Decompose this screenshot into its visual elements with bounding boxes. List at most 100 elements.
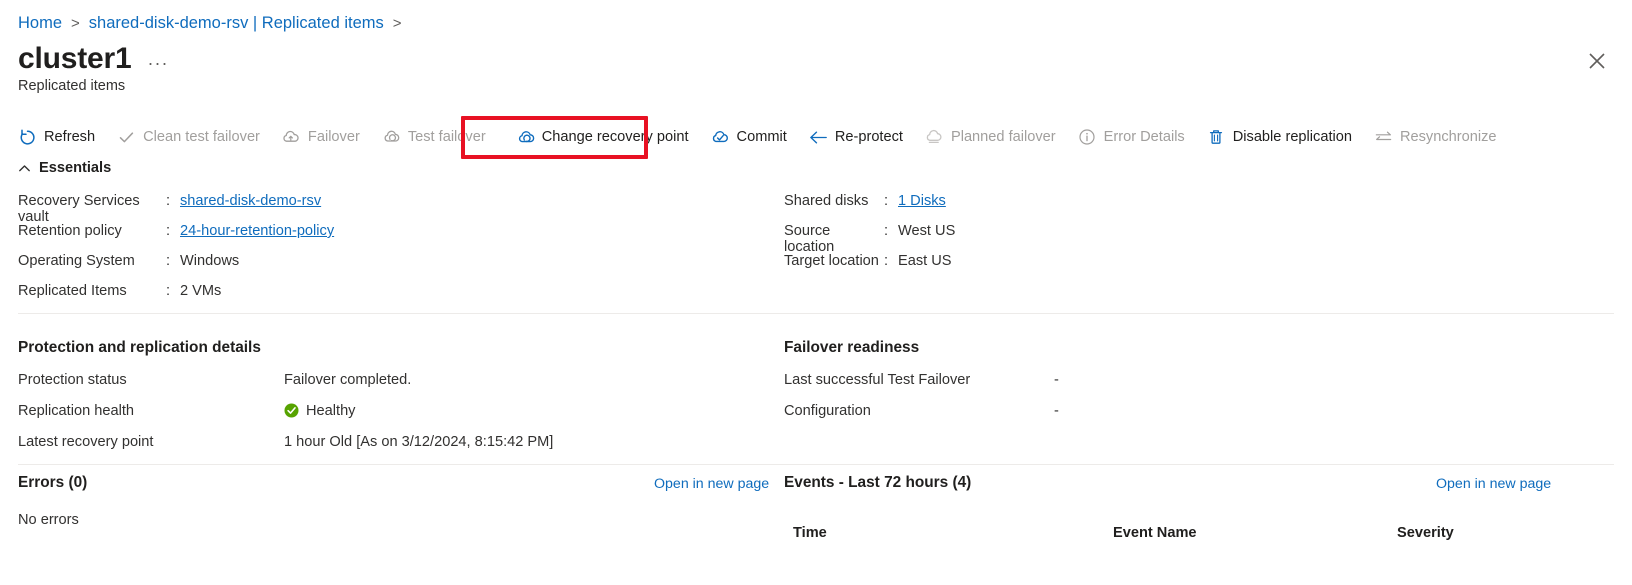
command-planned-failover[interactable]: Planned failover	[925, 122, 1056, 152]
command-test-failover-label: Test failover	[407, 128, 486, 145]
cloud-check-icon	[711, 128, 730, 147]
detail-key: Configuration	[784, 402, 871, 419]
detail-value-wrapper: Healthy	[284, 403, 355, 419]
detail-row-last-successful-test-failover: Last successful Test Failover -	[784, 364, 1059, 395]
command-re-protect[interactable]: Re-protect	[809, 122, 903, 152]
essentials-colon: :	[166, 223, 171, 239]
essentials-value: East US	[898, 253, 952, 269]
command-test-failover[interactable]: Test failover	[382, 122, 486, 152]
resync-arrows-icon	[1374, 128, 1393, 147]
detail-value: -	[1054, 402, 1059, 419]
command-bar: Refresh Clean test failover Failover Tes…	[18, 122, 1519, 152]
errors-empty-text: No errors	[18, 512, 79, 528]
breadcrumb-separator-icon: >	[71, 15, 80, 32]
detail-key: Last successful Test Failover	[784, 371, 971, 388]
essentials-label: Essentials	[39, 160, 112, 176]
detail-value: 1 hour Old [As on 3/12/2024, 8:15:42 PM]	[284, 433, 554, 450]
title-row: cluster1 ···	[18, 42, 168, 76]
essentials-value: Windows	[180, 253, 240, 269]
command-clean-test-failover-label: Clean test failover	[143, 128, 260, 145]
essentials-value: West US	[898, 223, 956, 239]
detail-row-configuration: Configuration -	[784, 395, 1059, 426]
command-planned-failover-label: Planned failover	[950, 128, 1056, 145]
command-clean-test-failover[interactable]: Clean test failover	[117, 122, 260, 152]
essentials-colon: :	[166, 193, 171, 209]
detail-row-replication-health: Replication health Healthy	[18, 395, 553, 426]
cloud-failover-icon	[282, 128, 301, 147]
command-resynchronize-label: Resynchronize	[1399, 128, 1497, 145]
command-error-details-label: Error Details	[1103, 128, 1185, 145]
essentials-colon: :	[884, 193, 889, 209]
chevron-up-icon	[18, 162, 31, 175]
retention-policy-link[interactable]: 24-hour-retention-policy	[180, 223, 334, 239]
essentials-key: Operating System	[18, 253, 135, 269]
essentials-row-replicated-items: Replicated Items : 2 VMs	[18, 283, 334, 313]
divider-panels	[18, 464, 1614, 465]
detail-key: Protection status	[18, 371, 127, 388]
command-disable-replication-label: Disable replication	[1232, 128, 1352, 145]
breadcrumb: Home > shared-disk-demo-rsv | Replicated…	[18, 14, 411, 33]
protection-details-list: Protection status Failover completed. Re…	[18, 364, 553, 457]
breadcrumb-item-vault[interactable]: shared-disk-demo-rsv | Replicated items	[89, 14, 384, 33]
command-disable-replication[interactable]: Disable replication	[1207, 122, 1352, 152]
info-circle-icon	[1078, 128, 1097, 147]
essentials-key: Target location	[784, 253, 879, 269]
essentials-row-target-location: Target location : East US	[784, 253, 955, 283]
essentials-row-retention-policy: Retention policy : 24-hour-retention-pol…	[18, 223, 334, 253]
divider-essentials	[18, 313, 1614, 314]
command-refresh-label: Refresh	[44, 128, 96, 145]
command-re-protect-label: Re-protect	[834, 128, 903, 145]
detail-key: Latest recovery point	[18, 433, 154, 450]
shared-disks-link[interactable]: 1 Disks	[898, 193, 946, 209]
essentials-key: Replicated Items	[18, 283, 127, 299]
events-column-severity[interactable]: Severity	[1397, 525, 1454, 541]
command-refresh[interactable]: Refresh	[18, 122, 95, 152]
failover-readiness-heading: Failover readiness	[784, 339, 920, 356]
cloud-planned-icon	[925, 128, 944, 147]
events-panel-title: Events - Last 72 hours (4)	[784, 474, 972, 491]
essentials-key: Shared disks	[784, 193, 869, 209]
blade-root: Home > shared-disk-demo-rsv | Replicated…	[0, 0, 1632, 585]
detail-value: Failover completed.	[284, 371, 412, 388]
essentials-right-column: Shared disks : 1 Disks Source location :…	[784, 193, 955, 283]
essentials-toggle[interactable]: Essentials	[18, 160, 111, 176]
essentials-colon: :	[884, 253, 889, 269]
command-resynchronize[interactable]: Resynchronize	[1374, 122, 1497, 152]
command-commit-label: Commit	[736, 128, 787, 145]
detail-key: Replication health	[18, 402, 135, 419]
events-open-in-new-page-link[interactable]: Open in new page	[1436, 476, 1551, 492]
essentials-row-shared-disks: Shared disks : 1 Disks	[784, 193, 955, 223]
essentials-value: 2 VMs	[180, 283, 222, 299]
breadcrumb-separator-icon-2: >	[392, 15, 402, 32]
essentials-colon: :	[884, 223, 889, 239]
recovery-services-vault-link[interactable]: shared-disk-demo-rsv	[180, 193, 321, 209]
close-icon[interactable]	[1584, 48, 1610, 74]
essentials-row-operating-system: Operating System : Windows	[18, 253, 334, 283]
breadcrumb-item-home[interactable]: Home	[18, 14, 62, 33]
refresh-icon	[18, 128, 37, 147]
command-failover-label: Failover	[307, 128, 360, 145]
essentials-key: Source location	[784, 223, 835, 255]
command-failover[interactable]: Failover	[282, 122, 360, 152]
page-title: cluster1	[18, 42, 132, 75]
essentials-row-source-location: Source location : West US	[784, 223, 956, 255]
more-options-button[interactable]: ···	[147, 54, 168, 72]
command-error-details[interactable]: Error Details	[1078, 122, 1185, 152]
command-commit[interactable]: Commit	[711, 122, 787, 152]
command-change-recovery-point[interactable]: Change recovery point	[505, 122, 700, 152]
events-column-time[interactable]: Time	[793, 525, 827, 541]
essentials-value: shared-disk-demo-rsv	[180, 193, 321, 209]
detail-value: Healthy	[306, 402, 356, 419]
command-change-recovery-point-label: Change recovery point	[541, 128, 689, 145]
detail-row-protection-status: Protection status Failover completed.	[18, 364, 553, 395]
errors-open-in-new-page-link[interactable]: Open in new page	[654, 476, 769, 492]
page-subtitle: Replicated items	[18, 78, 126, 94]
events-column-event-name[interactable]: Event Name	[1113, 525, 1197, 541]
protection-details-heading: Protection and replication details	[18, 339, 261, 356]
trash-icon	[1207, 128, 1226, 147]
essentials-key: Retention policy	[18, 223, 122, 239]
essentials-row-recovery-services-vault: Recovery Services vault : shared-disk-de…	[18, 193, 334, 225]
essentials-key: Recovery Services vault	[18, 193, 140, 225]
essentials-colon: :	[166, 283, 171, 299]
essentials-colon: :	[166, 253, 171, 269]
